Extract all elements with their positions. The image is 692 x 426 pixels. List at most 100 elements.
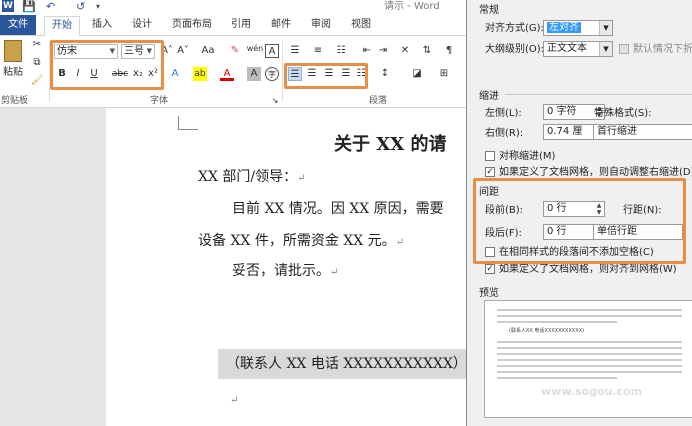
special-indent-label: 特殊格式(S): xyxy=(594,108,652,119)
font-group-label: 字体 xyxy=(150,96,169,106)
preview-line xyxy=(497,359,682,361)
ribbon: 粘贴 ✂ ⧉ 🖌 剪贴板 仿宋 ▼ 三号 ▼ A˄ A˅ Aa ✎ wén A B … xyxy=(0,36,466,108)
decrease-indent-icon[interactable]: ⇤ xyxy=(360,44,374,58)
mirror-indent-label: 对称缩进(M) xyxy=(499,151,556,162)
general-section-heading: 常规 xyxy=(479,5,499,16)
tab-home[interactable]: 开始 xyxy=(44,16,80,37)
auto-right-indent-checkbox[interactable]: ✓ xyxy=(485,167,495,177)
margin-corner-mark xyxy=(178,116,198,130)
paragraph-dialog: 常规 对齐方式(G): 左对齐▼ 大纲级别(O): 正文文本▼ 默认情况下折叠 … xyxy=(466,0,692,426)
left-indent-value: 0 字符 xyxy=(547,106,577,117)
doc-line: 妥否，请批示。↵ xyxy=(232,263,339,279)
show-marks-icon[interactable]: ¶ xyxy=(442,44,456,58)
mirror-indent-checkbox[interactable] xyxy=(485,151,495,161)
paste-icon[interactable] xyxy=(4,40,22,62)
redo-icon[interactable]: ↺ xyxy=(76,0,85,13)
enclose-char-icon[interactable]: 字 xyxy=(265,67,279,81)
right-indent-value: 0.74 厘 xyxy=(547,126,583,137)
chinese-layout-icon[interactable]: ✕ xyxy=(398,44,412,58)
sort-icon[interactable]: ⇅ xyxy=(420,44,434,58)
document-heading: 关于 XX 的请 xyxy=(334,134,447,155)
word-window: W 💾 ↶ ↺ ▾ 请示 - Word 文件 开始 插入 设计 页面布局 引用 … xyxy=(0,0,466,426)
numbering-icon[interactable]: ≡ xyxy=(311,44,325,58)
tab-mailings[interactable]: 邮件 xyxy=(271,17,291,33)
spacing-highlight-box xyxy=(473,178,686,264)
title-bar: W 💾 ↶ ↺ ▾ 请示 - Word xyxy=(0,0,466,14)
line-spacing-icon[interactable]: ↕ xyxy=(378,67,392,81)
preview-line xyxy=(497,371,682,373)
preview-line xyxy=(497,347,682,349)
indent-divider xyxy=(505,94,692,95)
indent-section-heading: 缩进 xyxy=(479,91,499,102)
collapse-label: 默认情况下折叠 xyxy=(633,44,692,55)
preview-line xyxy=(497,377,617,379)
preview-section-heading: 预览 xyxy=(479,288,499,299)
doc-line: 设备 XX 件，所需资金 XX 元。↵ xyxy=(198,233,405,249)
align-highlight-box xyxy=(284,63,368,89)
copy-icon[interactable]: ⧉ xyxy=(30,56,44,70)
word-logo-icon: W xyxy=(2,0,14,12)
format-painter-icon[interactable]: 🖌 xyxy=(30,74,44,88)
undo-icon[interactable]: ↶ xyxy=(46,0,55,13)
doc-line: XX 部门/领导：↵ xyxy=(198,169,306,185)
char-shading-icon[interactable]: A xyxy=(247,67,261,81)
group-divider xyxy=(282,40,283,102)
tab-references[interactable]: 引用 xyxy=(231,17,251,33)
watermark: www.sogou.com xyxy=(541,385,643,398)
paragraph-preview: (联系人XX 电话XXXXXXXXXXX) www.sogou.com xyxy=(484,300,692,418)
chevron-down-icon: ▼ xyxy=(599,21,612,35)
preview-line xyxy=(497,309,682,311)
phonetic-guide-icon[interactable]: wén xyxy=(246,42,264,56)
outline-level-label: 大纲级别(O): xyxy=(485,44,545,55)
font-dialog-launcher-icon[interactable]: ↘ xyxy=(268,94,282,108)
ribbon-tabs: 文件 开始 插入 设计 页面布局 引用 邮件 审阅 视图 xyxy=(0,14,466,37)
alignment-select[interactable]: 左对齐 ▼ xyxy=(543,20,613,36)
document-title: 请示 - Word xyxy=(384,1,440,12)
save-icon[interactable]: 💾 xyxy=(22,0,36,13)
outline-level-select[interactable]: 正文文本 ▼ xyxy=(543,41,613,57)
tab-design[interactable]: 设计 xyxy=(132,17,152,33)
paste-label[interactable]: 粘贴 xyxy=(3,66,23,80)
tab-review[interactable]: 审阅 xyxy=(311,17,331,33)
preview-line xyxy=(497,353,682,355)
clipboard-group-label: 剪贴板 xyxy=(1,96,29,106)
bullets-icon[interactable]: ☰ xyxy=(288,44,302,58)
snap-to-grid-checkbox[interactable]: ✓ xyxy=(485,264,495,274)
highlight-color-icon[interactable]: ab xyxy=(193,67,207,81)
font-color-icon[interactable]: A xyxy=(220,67,234,81)
preview-line xyxy=(497,321,617,323)
tab-file[interactable]: 文件 xyxy=(0,15,36,35)
left-indent-label: 左侧(L): xyxy=(485,108,522,119)
alignment-value: 左对齐 xyxy=(547,22,581,33)
text-effects-icon[interactable]: A xyxy=(168,67,182,81)
chevron-down-icon: ▼ xyxy=(599,42,612,56)
collapse-checkbox[interactable] xyxy=(619,44,629,54)
alignment-label: 对齐方式(G): xyxy=(485,23,544,34)
preview-line xyxy=(497,315,682,317)
shrink-font-icon[interactable]: A˅ xyxy=(176,44,190,58)
right-indent-label: 右侧(R): xyxy=(485,128,524,139)
preview-line xyxy=(497,365,682,367)
snap-to-grid-label: 如果定义了文档网格，则对齐到网格(W) xyxy=(499,264,677,275)
document-page[interactable]: 关于 XX 的请 XX 部门/领导：↵ 目前 XX 情况。因 XX 原因，需要 … xyxy=(106,108,466,426)
contact-line: （联系人 XX 电话 XXXXXXXXXXX）↵ xyxy=(218,349,466,379)
customize-quick-access-icon[interactable]: ▾ xyxy=(96,0,100,13)
tab-view[interactable]: 视图 xyxy=(351,17,371,33)
paragraph-mark: ↵ xyxy=(230,395,239,406)
change-case-icon[interactable]: Aa xyxy=(198,44,218,58)
shading-icon[interactable]: ◪ xyxy=(410,67,424,81)
increase-indent-icon[interactable]: ⇥ xyxy=(376,44,390,58)
cut-icon[interactable]: ✂ xyxy=(30,38,44,52)
borders-icon[interactable]: ⊞ xyxy=(437,67,451,81)
special-indent-select[interactable]: 首行缩进 xyxy=(593,124,692,140)
paragraph-group-label: 段落 xyxy=(369,96,388,106)
multilevel-list-icon[interactable]: ☷ xyxy=(334,44,348,58)
tab-insert[interactable]: 插入 xyxy=(92,17,112,33)
doc-line: 目前 XX 情况。因 XX 原因，需要 xyxy=(232,201,444,217)
tab-layout[interactable]: 页面布局 xyxy=(172,17,212,33)
clear-format-icon[interactable]: ✎ xyxy=(228,44,242,58)
font-highlight-box xyxy=(50,40,164,90)
char-border-icon[interactable]: A xyxy=(265,44,279,58)
preview-sample-text: (联系人XX 电话XXXXXXXXXXX) xyxy=(509,328,585,334)
outline-level-value: 正文文本 xyxy=(547,43,587,54)
